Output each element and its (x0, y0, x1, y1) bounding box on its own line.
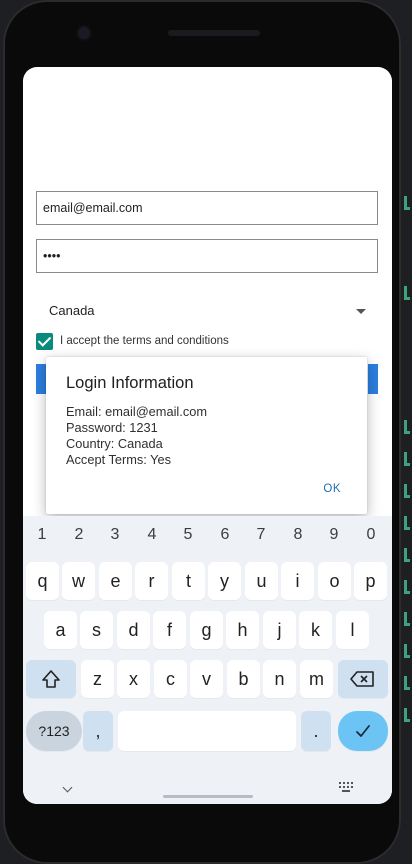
password-field[interactable] (36, 239, 378, 273)
login-info-dialog: Login Information Email: email@email.com… (46, 357, 367, 514)
key-u[interactable]: u (245, 562, 278, 600)
phone-frame: Canada I accept the terms and conditions… (3, 0, 401, 864)
ide-marker-icon (404, 548, 410, 562)
key-3[interactable]: 3 (97, 526, 133, 544)
key-b[interactable]: b (227, 660, 260, 698)
keyboard-grid-icon[interactable] (339, 782, 353, 792)
dialog-email-line: Email: email@email.com (66, 404, 207, 419)
key-y[interactable]: y (208, 562, 241, 600)
key-p[interactable]: p (354, 562, 387, 600)
shift-icon (42, 670, 60, 688)
checkmark-icon (356, 725, 370, 737)
chevron-down-icon[interactable] (62, 782, 73, 793)
terms-checkbox-row[interactable]: I accept the terms and conditions (36, 333, 336, 351)
key-5[interactable]: 5 (170, 526, 206, 544)
key-6[interactable]: 6 (207, 526, 243, 544)
key-x[interactable]: x (117, 660, 150, 698)
email-field[interactable] (36, 191, 378, 225)
login-button-edge (368, 364, 378, 394)
camera-icon (78, 27, 90, 39)
key-e[interactable]: e (99, 562, 132, 600)
ide-marker-icon (404, 420, 410, 434)
ide-marker-icon (404, 286, 410, 300)
key-l[interactable]: l (336, 611, 369, 649)
dialog-ok-button[interactable]: OK (323, 483, 341, 495)
ide-marker-icon (404, 580, 410, 594)
ide-marker-icon (404, 612, 410, 626)
country-select-value: Canada (49, 303, 95, 318)
key-a[interactable]: a (44, 611, 77, 649)
dialog-title: Login Information (66, 374, 194, 392)
shift-key[interactable] (26, 660, 76, 698)
dialog-password-line: Password: 1231 (66, 420, 158, 435)
key-m[interactable]: m (300, 660, 333, 698)
key-q[interactable]: q (26, 562, 59, 600)
key-f[interactable]: f (153, 611, 186, 649)
dialog-terms-line: Accept Terms: Yes (66, 452, 172, 467)
soft-keyboard: 1 2 3 4 5 6 7 8 9 0 q w e r t y u i o p (23, 516, 392, 804)
key-k[interactable]: k (299, 611, 332, 649)
key-z[interactable]: z (81, 660, 114, 698)
key-t[interactable]: t (172, 562, 205, 600)
terms-checkbox[interactable] (36, 333, 53, 350)
ide-marker-icon (404, 516, 410, 530)
key-j[interactable]: j (263, 611, 296, 649)
key-7[interactable]: 7 (243, 526, 279, 544)
login-button[interactable] (36, 364, 46, 394)
key-d[interactable]: d (117, 611, 150, 649)
key-h[interactable]: h (226, 611, 259, 649)
symbols-key[interactable]: ?123 (26, 711, 82, 751)
key-n[interactable]: n (263, 660, 296, 698)
dialog-body: Email: email@email.com Password: 1231 Co… (66, 404, 207, 468)
backspace-icon (350, 671, 374, 687)
number-row: 1 2 3 4 5 6 7 8 9 0 (23, 526, 392, 550)
keyboard-nav-row (23, 778, 392, 804)
key-9[interactable]: 9 (316, 526, 352, 544)
home-indicator (163, 795, 253, 798)
key-s[interactable]: s (80, 611, 113, 649)
ide-marker-icon (404, 644, 410, 658)
key-v[interactable]: v (190, 660, 223, 698)
ide-marker-icon (404, 676, 410, 690)
terms-checkbox-label: I accept the terms and conditions (60, 335, 229, 347)
key-0[interactable]: 0 (353, 526, 389, 544)
ide-marker-icon (404, 484, 410, 498)
app-screen: Canada I accept the terms and conditions… (23, 67, 392, 804)
email-input[interactable] (37, 192, 377, 224)
speaker-grille (168, 30, 260, 36)
key-w[interactable]: w (62, 562, 95, 600)
dialog-country-line: Country: Canada (66, 436, 163, 451)
ide-marker-icon (404, 708, 410, 722)
ide-marker-icon (404, 196, 410, 210)
key-g[interactable]: g (190, 611, 223, 649)
key-1[interactable]: 1 (24, 526, 60, 544)
period-key[interactable]: . (301, 711, 331, 751)
ide-marker-icon (404, 452, 410, 466)
country-select[interactable]: Canada (36, 299, 378, 323)
dropdown-arrow-icon (356, 309, 366, 314)
spacebar-key[interactable] (118, 711, 296, 751)
key-i[interactable]: i (281, 562, 314, 600)
comma-key[interactable]: , (83, 711, 113, 751)
key-8[interactable]: 8 (280, 526, 316, 544)
key-4[interactable]: 4 (134, 526, 170, 544)
key-2[interactable]: 2 (61, 526, 97, 544)
backspace-key[interactable] (338, 660, 388, 698)
key-o[interactable]: o (318, 562, 351, 600)
key-r[interactable]: r (135, 562, 168, 600)
enter-key[interactable] (338, 711, 388, 751)
password-input[interactable] (37, 240, 377, 272)
key-c[interactable]: c (154, 660, 187, 698)
